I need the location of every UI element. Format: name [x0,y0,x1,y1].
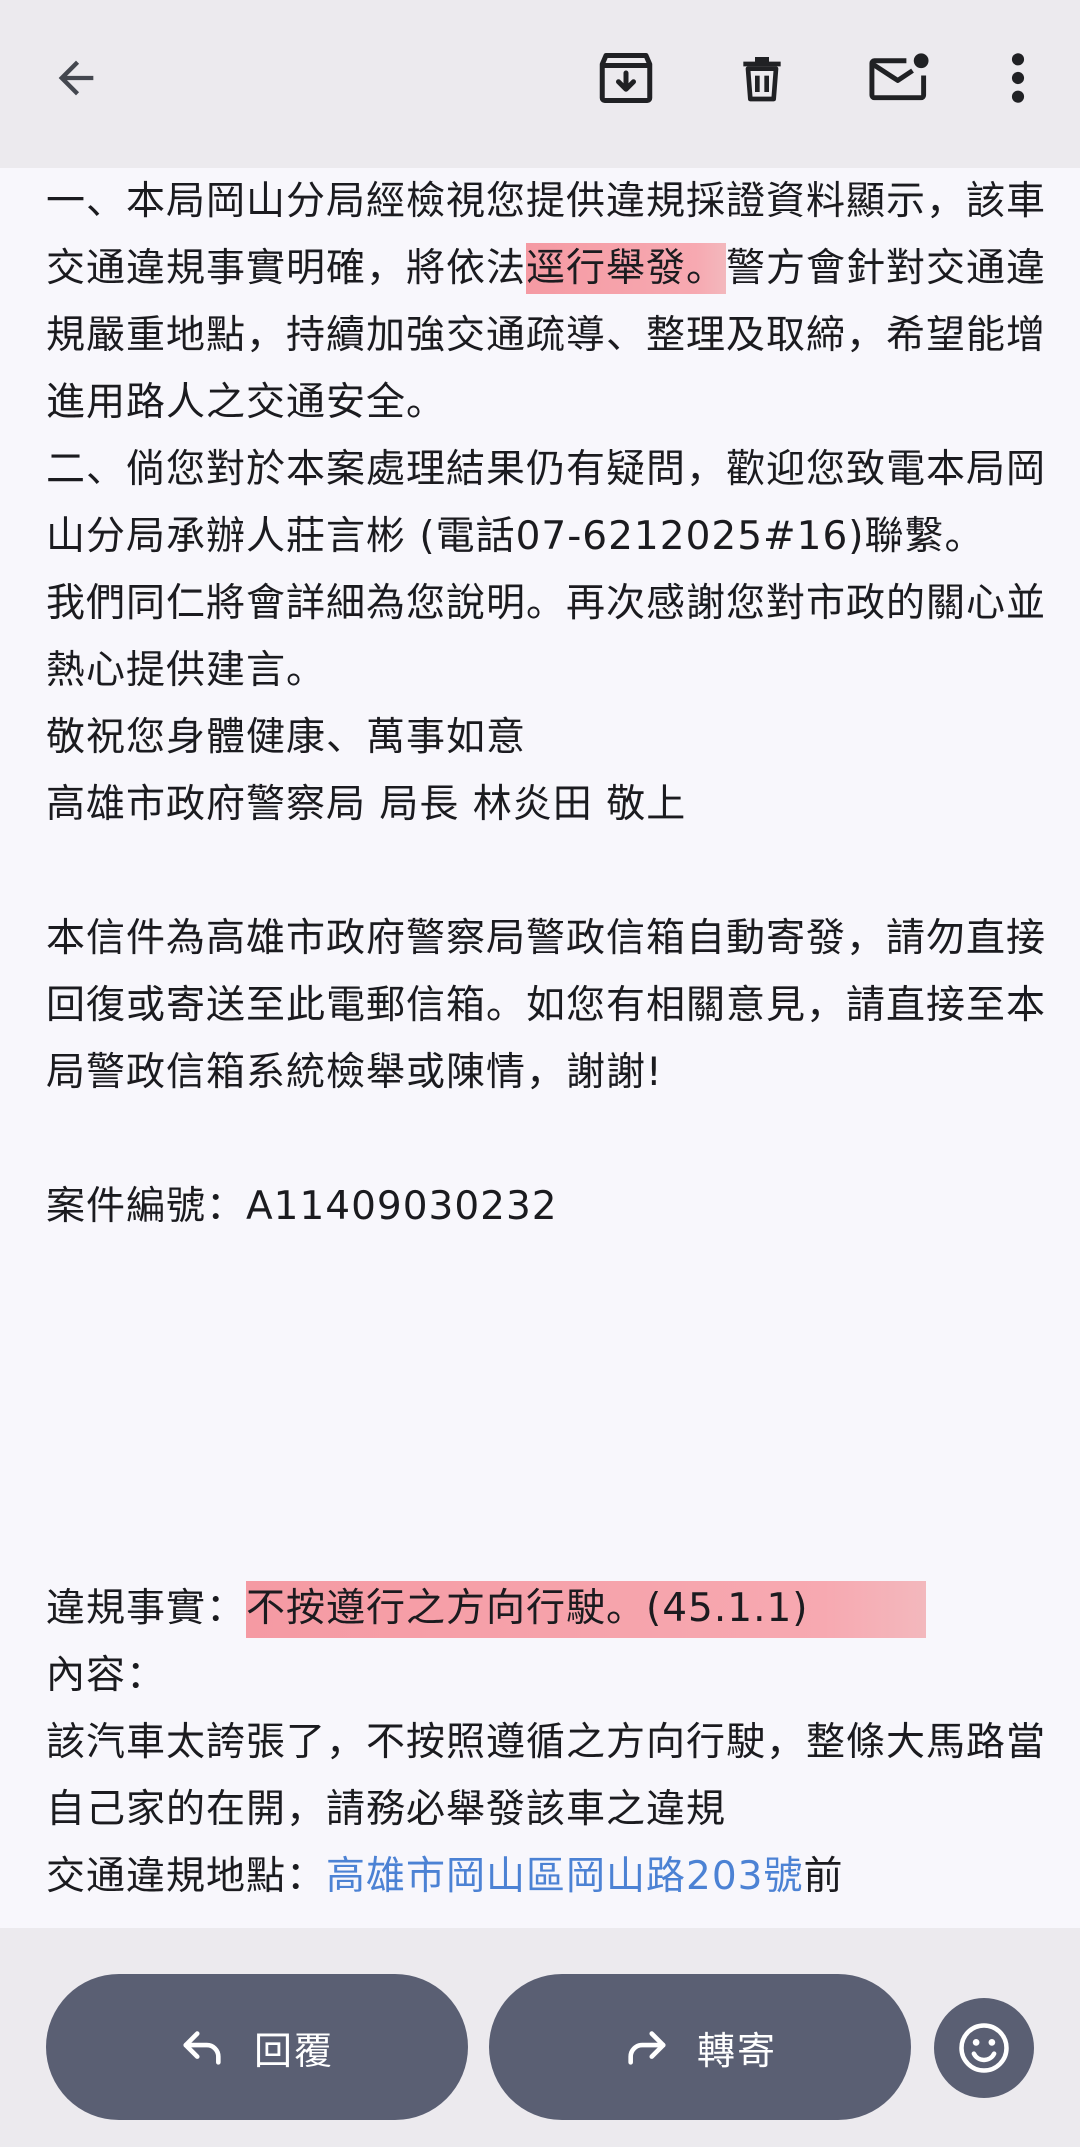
email-body: 一、本局岡山分局經檢視您提供違規採證資料顯示，該車交通違規事實明確，將依法逕行舉… [46,168,1056,1928]
content-label: 內容： [46,1653,167,1698]
violation-line: 違規事實：不按遵行之方向行駛。(45.1.1) [46,1575,1056,1642]
auto-send-notice: 本信件為高雄市政府警察局警政信箱自動寄發，請勿直接回復或寄送至此電郵信箱。如您有… [46,916,1047,1095]
mark-unread-button[interactable] [861,40,937,116]
forward-label: 轉寄 [696,2028,777,2073]
greeting-line: 敬祝您身體健康、萬事如意 [46,715,527,760]
arrow-left-icon [58,60,94,96]
case-number: 案件編號：A11409030232 [46,1184,558,1229]
forward-icon [628,2031,666,2065]
reply-label: 回覆 [253,2028,334,2073]
more-vertical-icon [1011,53,1025,103]
location-link[interactable]: 高雄市岡山區岡山路203號 [326,1854,803,1899]
archive-icon [599,53,653,103]
content-text: 該汽車太誇張了，不按照遵循之方向行駛，整條大馬路當自己家的在開，請務必舉發該車之… [46,1720,1047,1832]
archive-button[interactable] [588,40,664,116]
violation-value: 不按遵行之方向行駛。(45.1.1) [246,1581,927,1638]
location-line: 交通違規地點：高雄市岡山區岡山路203號前 [46,1843,1056,1910]
delete-button[interactable] [724,40,800,116]
reply-icon [183,2031,221,2065]
paragraph-1: 一、本局岡山分局經檢視您提供違規採證資料顯示，該車交通違規事實明確，將依法逕行舉… [46,168,1056,436]
paragraph-3: 我們同仁將會詳細為您說明。再次感謝您對市政的關心並熱心提供建言。 [46,581,1047,693]
bottom-action-bar: 回覆 轉寄 [0,1928,1080,2147]
emoji-reaction-button[interactable] [934,1998,1034,2098]
emoji-smile-icon [959,2023,1009,2073]
back-button[interactable] [38,40,114,116]
location-suffix: 前 [803,1854,844,1899]
trash-icon [743,57,781,102]
location-label: 交通違規地點： [46,1854,327,1899]
top-app-bar [0,0,1080,168]
violation-label: 違規事實： [46,1586,247,1631]
signature-line: 高雄市政府警察局 局長 林炎田 敬上 [46,782,687,827]
forward-button[interactable]: 轉寄 [489,1974,911,2120]
paragraph-2: 二、倘您對於本案處理結果仍有疑問，歡迎您致電本局岡山分局承辦人莊言彬 (電話07… [46,447,1047,559]
mail-unread-icon [869,53,929,101]
more-options-button[interactable] [980,40,1056,116]
highlighted-text: 逕行舉發。 [526,243,727,294]
reply-button[interactable]: 回覆 [46,1974,468,2120]
